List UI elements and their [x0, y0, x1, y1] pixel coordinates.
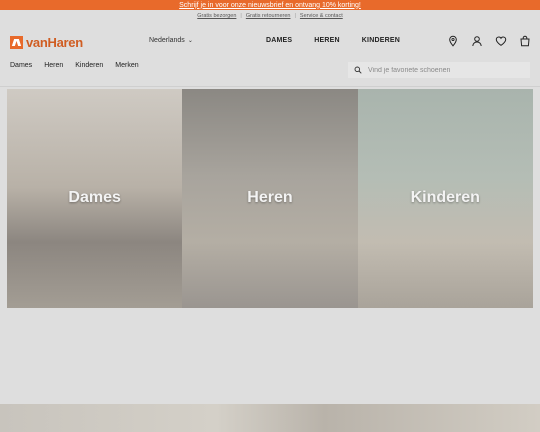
search-icon[interactable] [354, 61, 362, 79]
language-selector[interactable]: Nederlands ⌄ [149, 37, 193, 44]
account-icon[interactable] [471, 34, 483, 47]
free-returns-link[interactable]: Gratis retourneren [246, 13, 291, 19]
category-tile-label: Heren [247, 189, 293, 206]
category-tile-label: Dames [68, 189, 121, 206]
hero-banner-image[interactable] [0, 404, 540, 432]
category-tile-kinderen[interactable]: Kinderen [357, 89, 533, 308]
shopping-bag-icon[interactable] [519, 34, 531, 47]
promo-bar: Schrijf je in voor onze nieuwsbrief en o… [0, 0, 540, 10]
category-sub-nav: Dames Heren Kinderen Merken [10, 62, 139, 78]
separator: | [240, 13, 242, 19]
main-nav-dames[interactable]: DAMES [266, 37, 292, 44]
language-label: Nederlands [149, 37, 185, 44]
chevron-down-icon: ⌄ [187, 38, 193, 44]
category-tile-heren[interactable]: Heren [182, 89, 358, 308]
free-delivery-link[interactable]: Gratis bezorgen [197, 13, 236, 19]
main-nav-heren[interactable]: HEREN [314, 37, 340, 44]
category-tiles: Dames Heren Kinderen [7, 89, 533, 308]
brand-logo[interactable]: vanHaren [10, 35, 83, 50]
brand-name: vanHaren [26, 35, 83, 50]
service-contact-link[interactable]: Service & contact [300, 13, 343, 19]
header-divider [0, 86, 540, 87]
main-nav: DAMES HEREN KINDEREN [266, 37, 400, 44]
category-tile-dames[interactable]: Dames [7, 89, 183, 308]
newsletter-promo-link[interactable]: Schrijf je in voor onze nieuwsbrief en o… [179, 2, 361, 9]
main-nav-kinderen[interactable]: KINDEREN [362, 37, 400, 44]
sub-nav-merken[interactable]: Merken [115, 62, 138, 78]
search-input[interactable] [368, 66, 518, 74]
utility-links: Gratis bezorgen | Gratis retourneren | S… [0, 13, 540, 19]
logo-mark-icon [10, 36, 23, 49]
category-tile-label: Kinderen [410, 189, 480, 206]
wishlist-heart-icon[interactable] [495, 34, 507, 46]
header-icons [447, 34, 531, 47]
separator: | [294, 13, 296, 19]
sub-nav-dames[interactable]: Dames [10, 62, 32, 78]
location-icon[interactable] [447, 34, 459, 47]
sub-nav-heren[interactable]: Heren [44, 62, 63, 78]
search-box [348, 62, 530, 78]
sub-nav-kinderen[interactable]: Kinderen [75, 62, 103, 78]
